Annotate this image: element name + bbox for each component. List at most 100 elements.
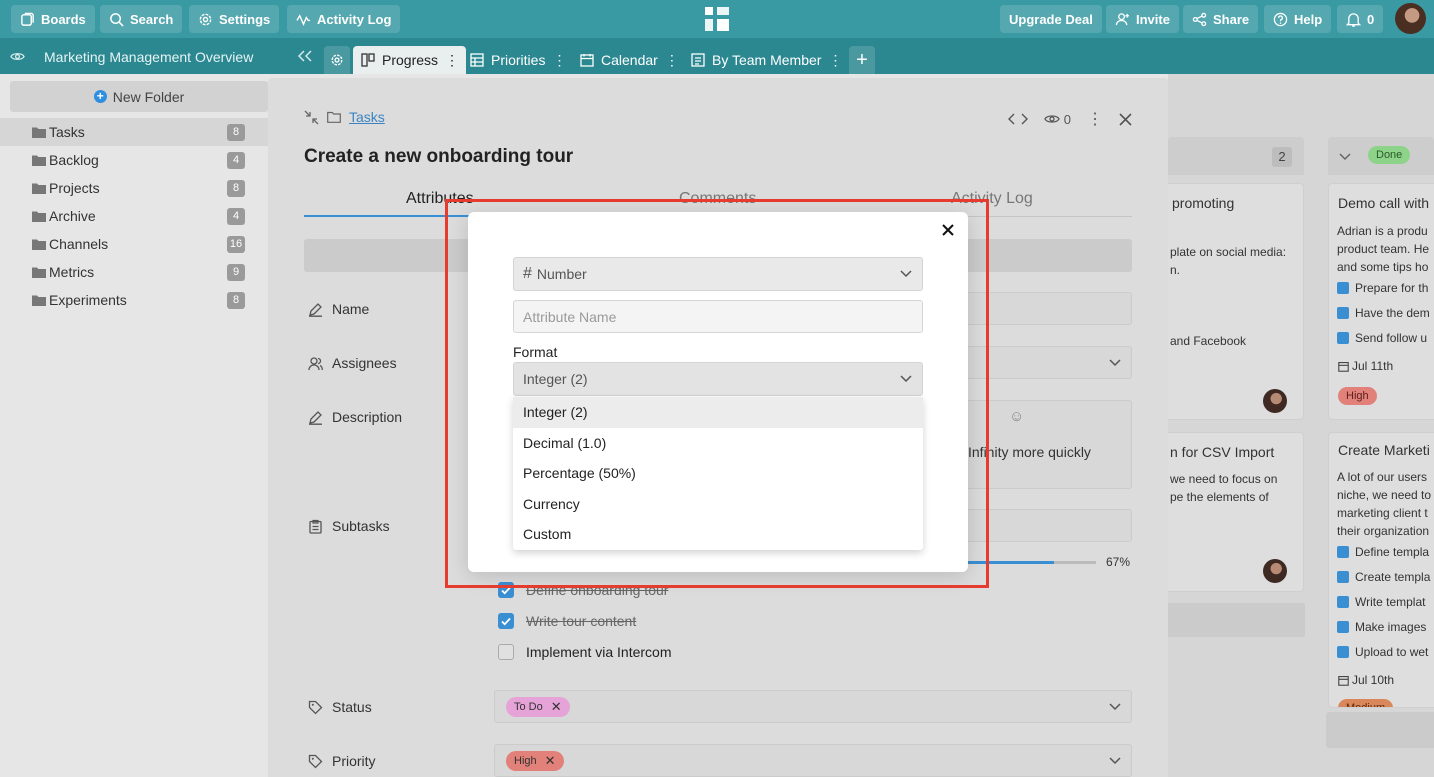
card-date: Jul 10th <box>1338 673 1394 687</box>
status-select[interactable]: To Do ✕ <box>494 690 1132 723</box>
invite-button[interactable]: Invite <box>1106 5 1179 33</box>
breadcrumb: Tasks <box>304 109 385 125</box>
folder-icon <box>32 267 46 278</box>
collapse-sidebar-icon[interactable] <box>298 50 312 62</box>
sidebar-item-archive[interactable]: Archive 4 <box>0 202 268 230</box>
users-icon <box>308 356 323 370</box>
board-card[interactable]: n for CSV Import we need to focus on pe … <box>1168 432 1304 592</box>
tab-activity-log[interactable]: Activity Log <box>951 190 1033 208</box>
table-icon <box>470 53 484 67</box>
attribute-name-input[interactable] <box>513 300 923 333</box>
minimize-icon[interactable] <box>304 110 319 125</box>
avatar[interactable] <box>1395 3 1426 34</box>
notifications-button[interactable]: 0 <box>1337 5 1384 33</box>
tab-attributes[interactable]: Attributes <box>406 190 474 208</box>
card-date: Jul 11th <box>1338 359 1393 373</box>
tab-comments[interactable]: Comments <box>679 190 756 208</box>
settings-button[interactable]: Settings <box>189 5 280 33</box>
add-card-bar[interactable] <box>1326 712 1434 748</box>
format-select[interactable]: Integer (2) <box>513 362 923 396</box>
tab-menu-icon[interactable]: ⋮ <box>665 53 679 67</box>
share-button[interactable]: Share <box>1183 5 1259 33</box>
priority-select[interactable]: High ✕ <box>494 744 1132 777</box>
format-option-integer[interactable]: Integer (2) <box>513 397 923 428</box>
folder-count: 4 <box>227 152 245 169</box>
tab-menu-icon[interactable]: ⋮ <box>552 53 566 67</box>
upgrade-deal-button[interactable]: Upgrade Deal <box>1000 5 1102 33</box>
board-card[interactable]: promoting plate on social media: n. and … <box>1168 183 1304 420</box>
remove-tag-icon[interactable]: ✕ <box>551 699 562 715</box>
calendar-icon <box>1338 362 1349 372</box>
board-card[interactable]: Create Marketi A lot of our users niche,… <box>1328 432 1434 708</box>
eye-icon[interactable] <box>10 50 25 63</box>
folder-icon <box>32 239 46 250</box>
add-card-bar[interactable] <box>1168 603 1305 637</box>
format-option-decimal[interactable]: Decimal (1.0) <box>513 428 923 459</box>
tab-progress[interactable]: Progress ⋮ <box>353 46 467 74</box>
checkbox-checked[interactable] <box>498 613 514 629</box>
add-user-icon <box>1115 12 1130 25</box>
sidebar-item-projects[interactable]: Projects 8 <box>0 174 268 202</box>
column-header-done[interactable]: Done <box>1328 137 1434 175</box>
panel-toolbar: 0 ⋮ <box>1007 109 1132 129</box>
tab-menu-icon[interactable]: ⋮ <box>828 53 842 67</box>
subtask-item[interactable]: Define onboarding tour <box>498 582 668 598</box>
share-label: Share <box>1213 11 1250 27</box>
tab-calendar[interactable]: Calendar ⋮ <box>572 46 686 74</box>
checkbox-checked[interactable] <box>498 582 514 598</box>
boards-button[interactable]: Boards <box>11 5 95 33</box>
code-icon[interactable] <box>1007 113 1028 125</box>
tab-label: Calendar <box>601 52 658 68</box>
board-card[interactable]: Demo call with Adrian is a produ product… <box>1328 183 1434 420</box>
close-icon[interactable] <box>940 222 956 238</box>
breadcrumb-link[interactable]: Tasks <box>349 109 385 125</box>
watchers[interactable]: 0 <box>1044 112 1071 127</box>
board-title[interactable]: Marketing Management Overview <box>44 49 253 65</box>
search-button[interactable]: Search <box>100 5 183 33</box>
attribute-type-select[interactable]: # Number <box>513 257 923 291</box>
help-label: Help <box>1294 11 1323 27</box>
tab-label: Priorities <box>491 52 546 68</box>
plus-icon: + <box>856 48 868 71</box>
folder-label: Projects <box>49 180 100 196</box>
format-option-currency[interactable]: Currency <box>513 489 923 520</box>
remove-tag-icon[interactable]: ✕ <box>545 753 556 769</box>
chevron-down-icon <box>1109 358 1121 366</box>
upgrade-label: Upgrade Deal <box>1009 11 1093 27</box>
tab-menu-icon[interactable]: ⋮ <box>445 53 459 67</box>
card-text: pe the elements of <box>1170 490 1269 504</box>
chevron-down-icon <box>900 270 912 278</box>
close-icon[interactable] <box>1119 112 1132 126</box>
chevron-down-icon[interactable] <box>1339 153 1351 161</box>
help-button[interactable]: Help <box>1264 5 1332 33</box>
sidebar-item-backlog[interactable]: Backlog 4 <box>0 146 268 174</box>
checkbox-unchecked[interactable] <box>498 644 514 660</box>
format-option-custom[interactable]: Custom <box>513 519 923 550</box>
task-title[interactable]: Create a new onboarding tour <box>304 146 573 168</box>
tab-priorities[interactable]: Priorities ⋮ <box>462 46 573 74</box>
more-options-icon[interactable]: ⋮ <box>1087 109 1103 129</box>
subtask-item[interactable]: Write tour content <box>498 613 636 629</box>
sidebar-item-channels[interactable]: Channels 16 <box>0 230 268 258</box>
activity-log-button[interactable]: Activity Log <box>287 5 401 33</box>
folder-count: 4 <box>227 208 245 225</box>
column-header[interactable]: 2 <box>1168 137 1304 175</box>
subtask-item[interactable]: Implement via Intercom <box>498 644 672 660</box>
hash-icon: # <box>523 265 532 282</box>
sidebar-item-metrics[interactable]: Metrics 9 <box>0 258 268 286</box>
emoji-icon[interactable]: ☺ <box>1009 408 1024 425</box>
format-option-percentage[interactable]: Percentage (50%) <box>513 458 923 489</box>
date-label: Jul 11th <box>1352 359 1394 373</box>
card-checklist-item: Have the dem <box>1337 306 1430 320</box>
done-tag: Done <box>1368 146 1411 164</box>
card-checklist-item: Send follow u <box>1337 331 1427 345</box>
view-settings-button[interactable] <box>324 46 350 74</box>
sidebar-item-experiments[interactable]: Experiments 8 <box>0 286 268 314</box>
new-folder-button[interactable]: + New Folder <box>10 81 268 112</box>
field-label-assignees: Assignees <box>308 355 397 371</box>
sidebar-item-tasks[interactable]: Tasks 8 <box>0 118 268 146</box>
date-label: Jul 10th <box>1352 673 1395 687</box>
add-view-button[interactable]: + <box>849 46 875 74</box>
watcher-count: 0 <box>1063 111 1071 127</box>
tab-by-team-member[interactable]: By Team Member ⋮ <box>683 46 849 74</box>
